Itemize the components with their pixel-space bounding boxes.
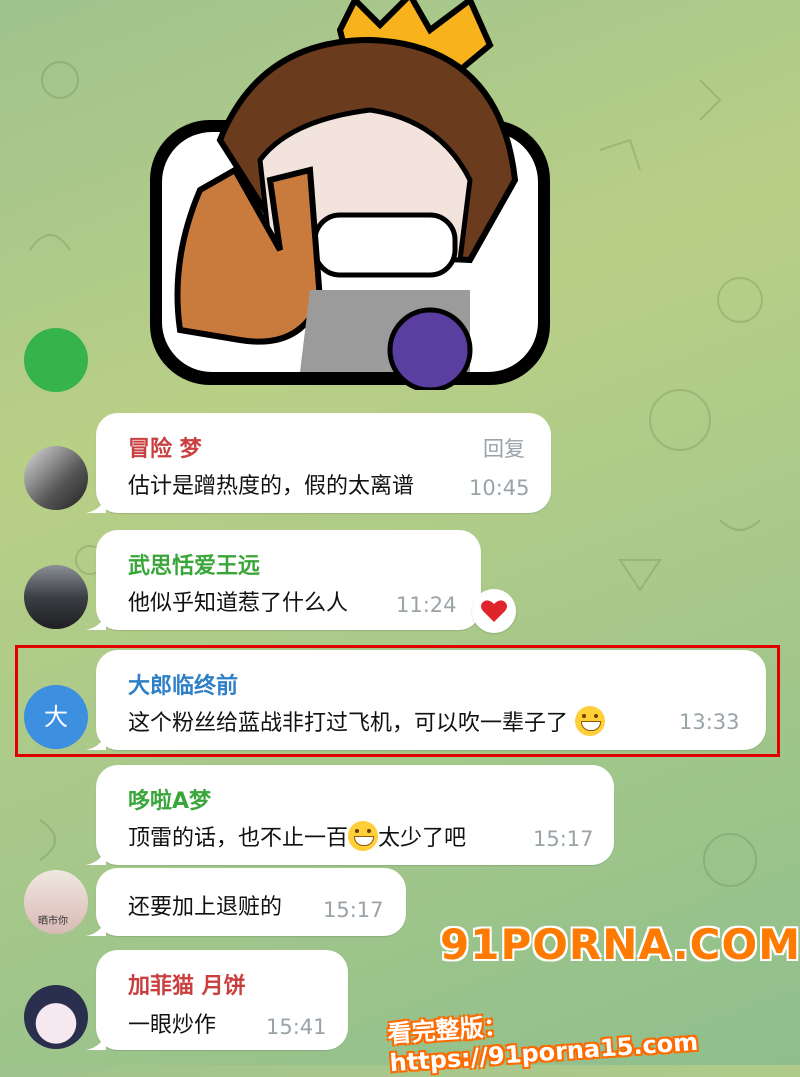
- message-text-part1: 顶雷的话，也不止一百: [128, 826, 349, 851]
- message-time: 15:17: [323, 898, 384, 922]
- bubble-tail: [86, 493, 106, 513]
- message-bubble-4[interactable]: 哆啦A梦 顶雷的话，也不止一百 太少了吧 15:17: [86, 765, 614, 865]
- message-time: 13:33: [679, 710, 740, 734]
- avatar-photo-2[interactable]: [24, 565, 88, 629]
- bubble-tail: [86, 1030, 106, 1050]
- reply-label[interactable]: 回复: [483, 433, 525, 463]
- message-bubble-2[interactable]: 武思恬爱王远 他似乎知道惹了什么人 11:24: [86, 530, 481, 630]
- message-bubble-5[interactable]: 还要加上退赃的 15:17: [86, 868, 406, 936]
- message-time: 11:24: [396, 593, 457, 617]
- sender-name[interactable]: 加菲猫 月饼: [128, 968, 246, 1000]
- message-text: 估计是蹭热度的，假的太离谱: [128, 474, 415, 499]
- message-text: 这个粉丝给蓝战非打过飞机，可以吹一辈子了: [128, 711, 569, 736]
- crying-laughing-icon: [348, 821, 379, 851]
- sender-name[interactable]: 哆啦A梦: [128, 783, 211, 815]
- avatar-anime[interactable]: [24, 985, 88, 1049]
- avatar-caption: 晒市你: [38, 916, 68, 927]
- watermark-logo: 91PORNA.COM: [440, 920, 800, 969]
- message-time: 15:17: [533, 827, 594, 851]
- message-text: 还要加上退赃的: [128, 895, 283, 920]
- message-bubble-3[interactable]: 大郎临终前 这个粉丝给蓝战非打过飞机，可以吹一辈子了 13:33: [86, 650, 766, 750]
- avatar-letter[interactable]: 大: [24, 685, 88, 749]
- bubble-tail: [86, 610, 106, 630]
- avatar-green[interactable]: [24, 328, 88, 392]
- sender-name[interactable]: 武思恬爱王远: [128, 548, 260, 580]
- message-bubble-6[interactable]: 加菲猫 月饼 一眼炒作 15:41: [86, 950, 348, 1050]
- sender-name[interactable]: 大郎临终前: [128, 668, 238, 700]
- message-time: 10:45: [469, 476, 530, 500]
- crown-girl-sticker: [150, 0, 550, 390]
- message-text-line: 这个粉丝给蓝战非打过飞机，可以吹一辈子了: [128, 705, 606, 737]
- heart-icon: [481, 600, 507, 622]
- avatar-letter-text: 大: [44, 703, 68, 731]
- message-text-line: 顶雷的话，也不止一百 太少了吧: [128, 820, 466, 852]
- avatar-photo-1[interactable]: [24, 446, 88, 510]
- bubble-tail: [86, 845, 106, 865]
- sender-name[interactable]: 冒险 梦: [128, 431, 202, 463]
- message-text: 他似乎知道惹了什么人: [128, 591, 349, 616]
- message-text: 一眼炒作: [128, 1013, 217, 1038]
- bubble-tail: [86, 730, 106, 750]
- bubble-tail: [86, 916, 106, 936]
- message-time: 15:41: [266, 1015, 327, 1039]
- heart-reaction[interactable]: [472, 589, 516, 633]
- message-bubble-1[interactable]: 冒险 梦 回复 估计是蹭热度的，假的太离谱 10:45: [86, 413, 551, 513]
- avatar-cat-photo[interactable]: 晒市你: [24, 870, 88, 934]
- grinning-face-icon: [575, 706, 606, 736]
- message-text-part2: 太少了吧: [378, 826, 467, 851]
- watermark-url: 看完整版：https://91porna15.com: [386, 1012, 699, 1077]
